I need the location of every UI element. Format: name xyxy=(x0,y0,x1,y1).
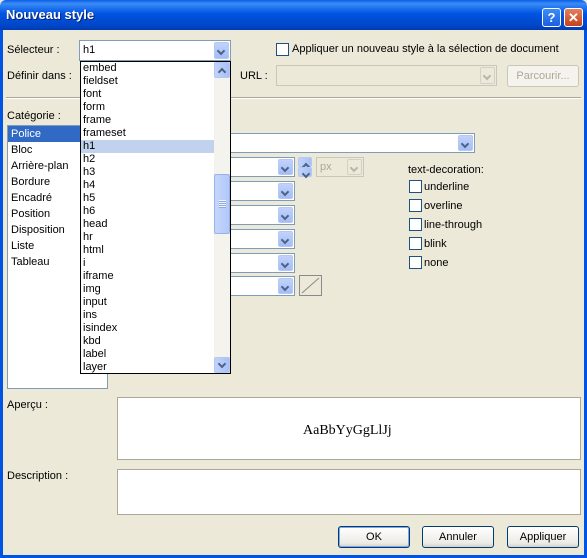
font-family-combobox[interactable] xyxy=(200,133,475,153)
chevron-down-icon[interactable] xyxy=(458,135,473,151)
chevron-down-icon[interactable] xyxy=(278,278,293,294)
font-size-unit-value: px xyxy=(320,161,332,173)
list-item[interactable]: h4 xyxy=(81,179,214,192)
close-button[interactable]: ✕ xyxy=(564,8,583,27)
scroll-thumb[interactable] xyxy=(214,174,230,234)
category-label: Catégorie : xyxy=(7,110,61,122)
list-item[interactable]: fieldset xyxy=(81,75,214,88)
line-through-checkbox[interactable] xyxy=(409,218,422,231)
list-item[interactable]: hr xyxy=(81,231,214,244)
list-item[interactable]: i xyxy=(81,257,214,270)
spinner-down-icon[interactable] xyxy=(298,167,312,177)
list-item[interactable]: isindex xyxy=(81,322,214,335)
title-bar: Nouveau style ? ✕ xyxy=(0,0,587,30)
url-label: URL : xyxy=(240,70,268,82)
browse-button[interactable]: Parcourir... xyxy=(507,65,579,87)
chevron-down-icon[interactable] xyxy=(278,159,293,175)
list-item[interactable]: h5 xyxy=(81,192,214,205)
spinner-up-icon[interactable] xyxy=(298,157,312,167)
selector-value: h1 xyxy=(83,44,96,56)
selector-combobox[interactable]: h1 xyxy=(79,40,231,61)
chevron-down-icon[interactable] xyxy=(278,207,293,223)
chevron-down-icon[interactable] xyxy=(278,255,293,271)
list-item[interactable]: frameset xyxy=(81,127,214,140)
list-item[interactable]: layer xyxy=(81,361,214,373)
blink-checkbox[interactable] xyxy=(409,237,422,250)
list-item[interactable]: iframe xyxy=(81,270,214,283)
overline-checkbox[interactable] xyxy=(409,199,422,212)
color-picker-button[interactable] xyxy=(299,275,322,296)
underline-label: underline xyxy=(424,181,470,193)
scroll-up-icon[interactable] xyxy=(214,62,230,78)
preview-label: Aperçu : xyxy=(7,399,48,411)
list-item[interactable]: h2 xyxy=(81,153,214,166)
list-item[interactable]: h6 xyxy=(81,205,214,218)
chevron-down-icon[interactable] xyxy=(278,183,293,199)
blink-label: blink xyxy=(424,238,447,250)
list-item[interactable]: font xyxy=(81,88,214,101)
list-item[interactable]: input xyxy=(81,296,214,309)
new-style-checkbox-label: Appliquer un nouveau style à la sélectio… xyxy=(292,43,559,55)
list-item[interactable]: head xyxy=(81,218,214,231)
chevron-down-icon[interactable] xyxy=(214,42,229,59)
preview-box: AaBbYyGgLlJj xyxy=(117,397,581,460)
line-through-label: line-through xyxy=(424,219,483,231)
preview-sample-text: AaBbYyGgLlJj xyxy=(303,423,392,438)
list-item[interactable]: form xyxy=(81,101,214,114)
dropdown-scrollbar[interactable] xyxy=(214,62,230,373)
font-size-spinner[interactable] xyxy=(298,157,312,177)
description-label: Description : xyxy=(7,470,69,482)
ok-button[interactable]: OK xyxy=(338,526,410,548)
help-button[interactable]: ? xyxy=(542,8,561,27)
description-box xyxy=(117,469,581,515)
font-size-unit-combobox[interactable]: px xyxy=(316,157,364,177)
list-item-selected[interactable]: h1 xyxy=(81,140,214,153)
list-item[interactable]: kbd xyxy=(81,335,214,348)
window-title: Nouveau style xyxy=(6,7,95,22)
new-style-checkbox[interactable] xyxy=(276,43,289,56)
list-item[interactable]: frame xyxy=(81,114,214,127)
chevron-down-icon xyxy=(347,159,362,175)
apply-button[interactable]: Appliquer xyxy=(507,526,579,548)
list-item[interactable]: html xyxy=(81,244,214,257)
none-checkbox[interactable] xyxy=(409,256,422,269)
underline-checkbox[interactable] xyxy=(409,180,422,193)
url-combobox[interactable] xyxy=(276,65,497,86)
list-item[interactable]: ins xyxy=(81,309,214,322)
no-color-icon xyxy=(301,277,320,294)
chevron-down-icon xyxy=(480,67,495,84)
list-item[interactable]: embed xyxy=(81,62,214,75)
scroll-down-icon[interactable] xyxy=(214,357,230,373)
define-in-label: Définir dans : xyxy=(7,70,72,82)
list-item[interactable]: h3 xyxy=(81,166,214,179)
selector-dropdown-list[interactable]: embed fieldset font form frame frameset … xyxy=(80,61,231,374)
list-item[interactable]: label xyxy=(81,348,214,361)
overline-label: overline xyxy=(424,200,463,212)
cancel-button[interactable]: Annuler xyxy=(422,526,494,548)
list-item[interactable]: img xyxy=(81,283,214,296)
none-label: none xyxy=(424,257,449,269)
text-decoration-label: text-decoration: xyxy=(408,164,484,176)
selector-label: Sélecteur : xyxy=(7,44,60,56)
chevron-down-icon[interactable] xyxy=(278,231,293,247)
